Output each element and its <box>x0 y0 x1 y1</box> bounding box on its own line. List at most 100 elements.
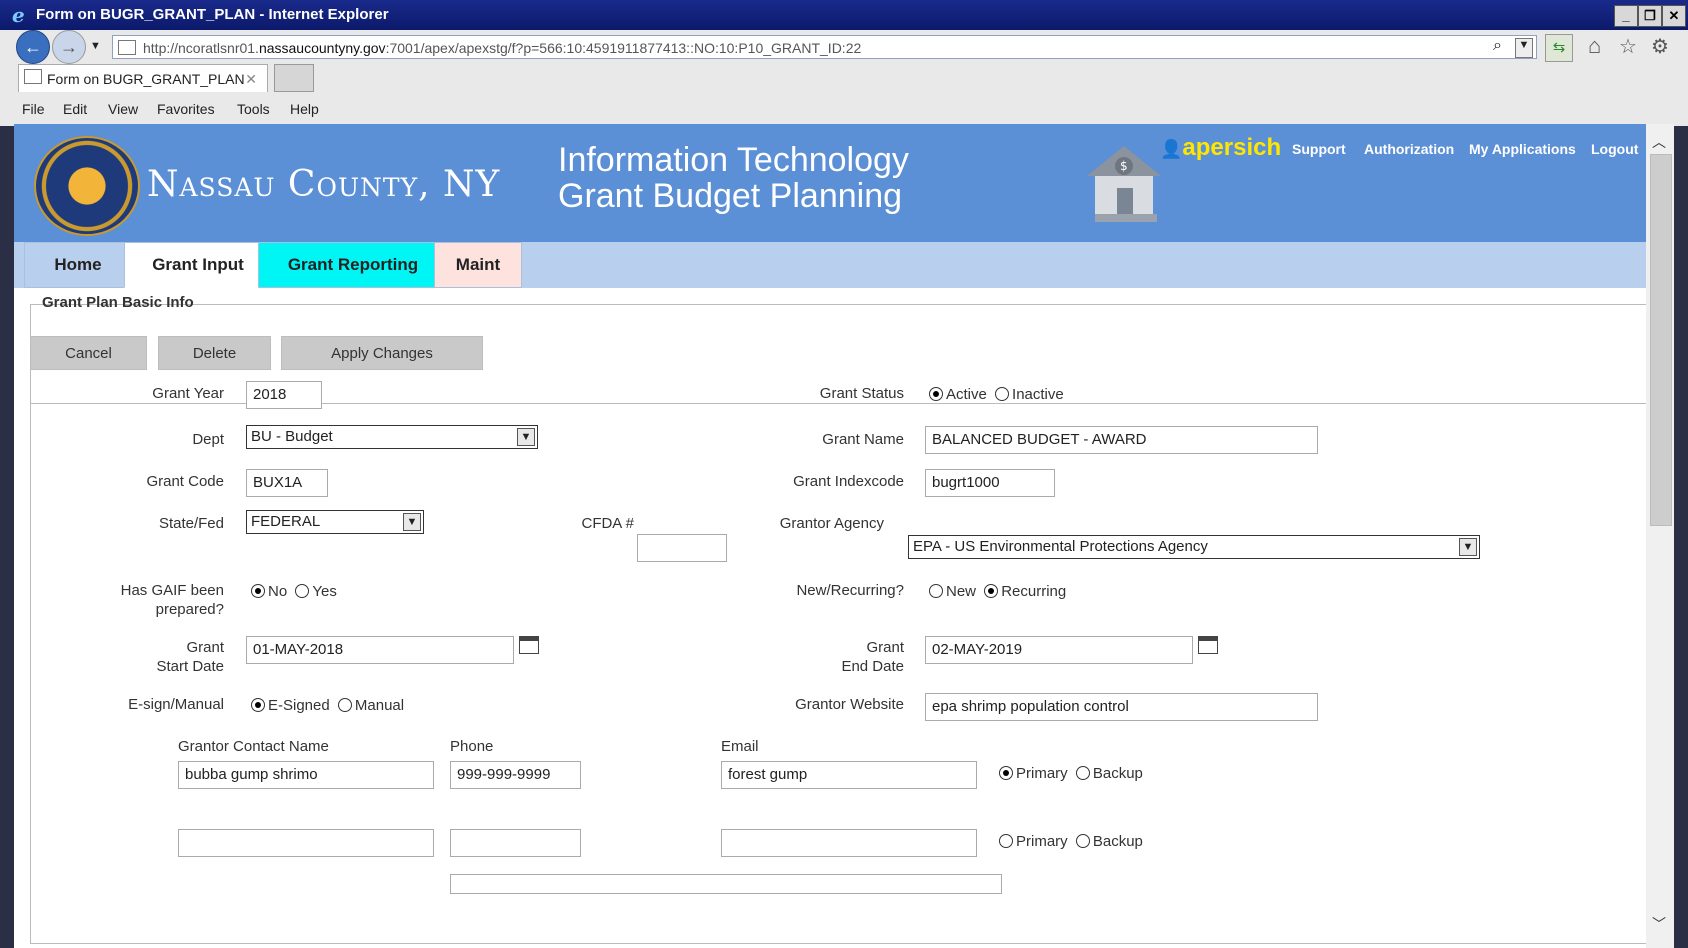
menu-view[interactable]: View <box>108 101 138 117</box>
backup-radio[interactable] <box>1075 766 1090 780</box>
forward-icon[interactable]: → <box>52 30 86 64</box>
grant-indexcode-input[interactable]: bugrt1000 <box>925 469 1055 497</box>
scroll-up-icon[interactable]: ︿ <box>1652 132 1666 152</box>
backup-label: Backup <box>1092 765 1143 782</box>
dept-select[interactable]: BU - Budget ▼ <box>246 425 538 449</box>
close-icon[interactable]: ✕ <box>1662 5 1686 27</box>
apply-changes-button[interactable]: Apply Changes <box>281 336 483 370</box>
link-support[interactable]: Support <box>1292 141 1346 157</box>
app-title-line1: Information Technology <box>558 141 909 179</box>
tab-close-icon[interactable]: ✕ <box>245 65 257 93</box>
refresh-icon[interactable]: ⇆ <box>1545 34 1573 62</box>
start-date-input[interactable]: 01-MAY-2018 <box>246 636 514 664</box>
home-icon[interactable]: ⌂ <box>1588 33 1601 59</box>
contact-email-input[interactable] <box>721 829 977 857</box>
tab-home[interactable]: Home <box>24 242 132 288</box>
settings-gear-icon[interactable]: ⚙ <box>1651 34 1669 59</box>
menu-favorites[interactable]: Favorites <box>157 101 215 117</box>
gaif-no-radio[interactable] <box>251 584 265 598</box>
browser-tab-label: Form on BUGR_GRANT_PLAN <box>47 71 245 87</box>
menu-edit[interactable]: Edit <box>63 101 87 117</box>
tab-page-icon <box>24 69 42 84</box>
contact-name-input[interactable]: bubba gump shrimo <box>178 761 434 789</box>
county-seal-logo <box>34 136 140 236</box>
contact-email-input[interactable]: forest gump <box>721 761 977 789</box>
grant-year-input[interactable]: 2018 <box>246 381 322 409</box>
grantor-agency-label: Grantor Agency <box>779 515 884 532</box>
gaif-yes-label: Yes <box>312 583 337 600</box>
scroll-down-icon[interactable]: ﹀ <box>1652 914 1666 934</box>
gaif-radio-group: No Yes <box>251 583 341 600</box>
grant-year-label: Grant Year <box>152 385 224 402</box>
user-name[interactable]: 👤apersich <box>1160 134 1281 162</box>
grantor-agency-select[interactable]: EPA - US Environmental Protections Agenc… <box>908 535 1480 559</box>
primary-radio[interactable] <box>999 766 1013 780</box>
esign-label: E-sign/Manual <box>128 696 224 713</box>
new-tab-button[interactable] <box>274 64 314 92</box>
chevron-down-icon: ▼ <box>403 513 421 531</box>
manual-radio[interactable] <box>337 698 352 712</box>
contact-role-radio-group: Primary Backup <box>999 765 1147 782</box>
tab-grant-reporting[interactable]: Grant Reporting <box>258 242 448 288</box>
contact-name-input[interactable] <box>178 829 434 857</box>
link-logout[interactable]: Logout <box>1591 141 1638 157</box>
grant-indexcode-label: Grant Indexcode <box>793 473 904 490</box>
contact-phone-input[interactable] <box>450 829 581 857</box>
state-fed-select[interactable]: FEDERAL ▼ <box>246 510 424 534</box>
svg-text:$: $ <box>1120 159 1128 173</box>
browser-tab[interactable]: Form on BUGR_GRANT_PLAN ✕ <box>18 64 268 92</box>
grant-status-active-radio[interactable] <box>929 387 943 401</box>
contact-name-header: Grantor Contact Name <box>178 738 329 755</box>
gaif-label-line2: prepared? <box>155 601 224 618</box>
menu-file[interactable]: File <box>22 101 45 117</box>
cfda-input[interactable] <box>637 534 727 562</box>
grant-code-input[interactable]: BUX1A <box>246 469 328 497</box>
window-title: Form on BUGR_GRANT_PLAN - Internet Explo… <box>36 6 389 23</box>
grantor-website-label: Grantor Website <box>795 696 904 713</box>
contact-phone-input[interactable]: 999-999-9999 <box>450 761 581 789</box>
delete-button[interactable]: Delete <box>158 336 271 370</box>
start-date-label-line2: Start Date <box>156 658 224 675</box>
address-bar[interactable]: http://ncoratlsnr01.nassaucountyny.gov:7… <box>112 35 1537 59</box>
search-icon[interactable]: ⌕ <box>1493 37 1502 55</box>
tab-maint[interactable]: Maint <box>434 242 522 288</box>
primary-radio[interactable] <box>999 834 1013 848</box>
end-date-input[interactable]: 02-MAY-2019 <box>925 636 1193 664</box>
page-scrollbar[interactable]: ︿ ﹀ <box>1646 124 1674 948</box>
user-name-label: apersich <box>1182 134 1282 161</box>
menu-bar: File Edit View Favorites Tools Help <box>0 96 1688 124</box>
menu-help[interactable]: Help <box>290 101 319 117</box>
scroll-thumb[interactable] <box>1650 154 1672 526</box>
grant-name-input[interactable]: BALANCED BUDGET - AWARD <box>925 426 1318 454</box>
primary-label: Primary <box>1016 765 1068 782</box>
region-title: Grant Plan Basic Info <box>42 294 194 311</box>
end-date-label: Grant End Date <box>724 638 904 676</box>
app-header: Nassau County, NY Information Technology… <box>14 124 1660 242</box>
tab-grant-input[interactable]: Grant Input <box>124 242 272 288</box>
state-fed-select-value: FEDERAL <box>251 513 321 530</box>
link-authorization[interactable]: Authorization <box>1364 141 1454 157</box>
cancel-button[interactable]: Cancel <box>30 336 147 370</box>
calendar-icon[interactable] <box>519 636 539 654</box>
recurring-radio[interactable] <box>984 584 999 598</box>
grantor-website-input[interactable]: epa shrimp population control <box>925 693 1318 721</box>
favorites-star-icon[interactable]: ☆ <box>1619 34 1637 59</box>
contact-email-header: Email <box>721 738 759 755</box>
backup-label: Backup <box>1092 833 1143 850</box>
history-dropdown-icon[interactable]: ▼ <box>90 40 101 52</box>
minimize-icon[interactable]: _ <box>1614 5 1638 27</box>
backup-radio[interactable] <box>1075 834 1090 848</box>
grant-status-inactive-radio[interactable] <box>995 387 1010 401</box>
gaif-yes-radio[interactable] <box>295 584 310 598</box>
menu-tools[interactable]: Tools <box>237 101 270 117</box>
new-radio[interactable] <box>929 584 943 598</box>
recurring-label: Recurring <box>1001 583 1067 600</box>
address-dropdown-icon[interactable]: ▼ <box>1515 38 1533 58</box>
restore-icon[interactable]: ❐ <box>1638 5 1662 27</box>
esigned-radio[interactable] <box>251 698 265 712</box>
link-my-applications[interactable]: My Applications <box>1469 141 1576 157</box>
partial-field[interactable] <box>450 874 1002 894</box>
back-icon[interactable]: ← <box>16 30 50 64</box>
calendar-icon[interactable] <box>1198 636 1218 654</box>
primary-label: Primary <box>1016 833 1068 850</box>
